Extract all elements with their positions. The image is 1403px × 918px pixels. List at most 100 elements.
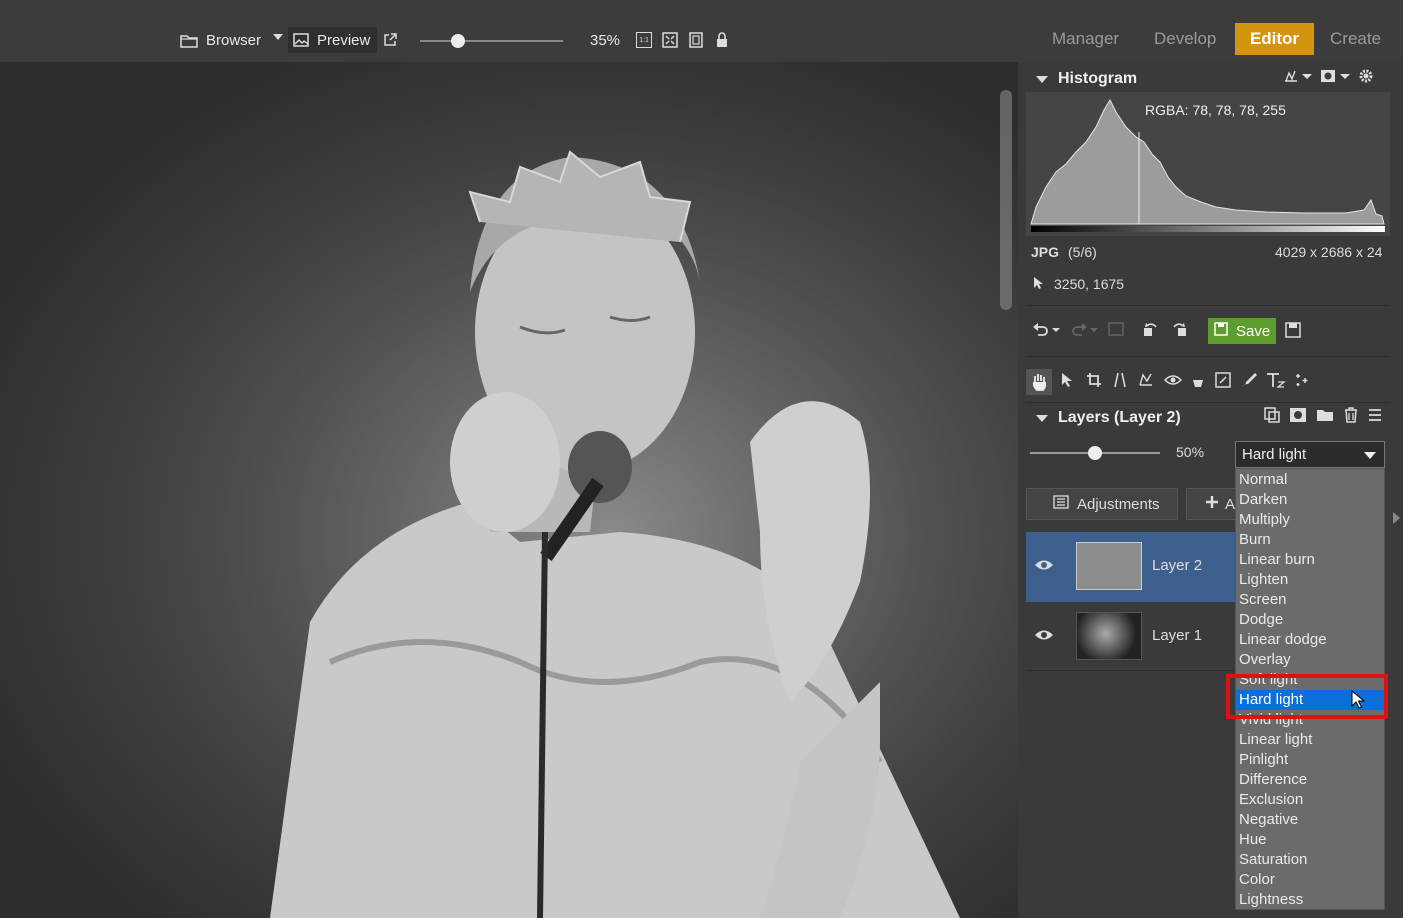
history-toolbar xyxy=(1026,318,1188,344)
blend-mode-select[interactable]: Hard light xyxy=(1235,441,1385,468)
mouse-cursor-icon xyxy=(1351,689,1366,715)
select-tool-icon[interactable] xyxy=(1060,372,1074,393)
blend-option-normal[interactable]: Normal xyxy=(1236,470,1384,490)
blend-mode-value: Hard light xyxy=(1242,446,1307,463)
zoom-slider-track[interactable] xyxy=(420,40,563,42)
clone-tool-icon[interactable] xyxy=(1214,371,1232,394)
blend-option-screen[interactable]: Screen xyxy=(1236,590,1384,610)
browser-label: Browser xyxy=(206,31,262,49)
effects-tool-icon[interactable] xyxy=(1294,372,1310,393)
save-label: Save xyxy=(1236,322,1271,340)
histogram-tools xyxy=(1284,68,1374,89)
mask-icon[interactable] xyxy=(1320,69,1350,88)
blend-option-burn[interactable]: Burn xyxy=(1236,530,1384,550)
fit-icon[interactable] xyxy=(662,32,678,48)
plus-icon xyxy=(1205,495,1219,513)
image-icon xyxy=(293,33,309,47)
tab-manager[interactable]: Manager xyxy=(1044,23,1127,55)
blend-option-linear-light[interactable]: Linear light xyxy=(1236,730,1384,750)
histogram-title: Histogram xyxy=(1058,70,1138,87)
blend-option-overlay[interactable]: Overlay xyxy=(1236,650,1384,670)
save-as-icon[interactable] xyxy=(1285,322,1301,343)
actual-size-icon[interactable]: 1:1 xyxy=(636,32,652,48)
blend-option-exclusion[interactable]: Exclusion xyxy=(1236,790,1384,810)
blend-option-difference[interactable]: Difference xyxy=(1236,770,1384,790)
blend-option-darken[interactable]: Darken xyxy=(1236,490,1384,510)
redo-icon[interactable] xyxy=(1070,321,1098,342)
blend-option-hue[interactable]: Hue xyxy=(1236,830,1384,850)
group-folder-icon[interactable] xyxy=(1316,408,1334,427)
adjustments-icon xyxy=(1053,495,1069,513)
layer-opacity-handle[interactable] xyxy=(1088,446,1102,460)
layer-tools xyxy=(1264,407,1382,428)
layer-opacity-value: 50% xyxy=(1176,444,1205,460)
collapse-triangle-icon[interactable] xyxy=(1036,414,1048,422)
layer-name: Layer 1 xyxy=(1152,627,1203,644)
browser-dropdown-caret-icon[interactable] xyxy=(273,34,283,40)
blend-option-saturation[interactable]: Saturation xyxy=(1236,850,1384,870)
red-eye-tool-icon[interactable] xyxy=(1163,373,1183,391)
divider xyxy=(1026,305,1390,306)
browser-button[interactable]: Browser xyxy=(180,27,261,53)
preview-button[interactable]: Preview xyxy=(288,27,377,53)
rotate-right-icon[interactable] xyxy=(1170,321,1188,342)
layers-title: Layers (Layer 2) xyxy=(1058,409,1181,426)
lock-icon[interactable] xyxy=(714,32,730,48)
vertical-scrollbar[interactable] xyxy=(1000,90,1012,310)
layer-thumbnail xyxy=(1076,612,1142,660)
blend-option-negative[interactable]: Negative xyxy=(1236,810,1384,830)
layer-menu-icon[interactable] xyxy=(1368,408,1382,427)
straighten-tool-icon[interactable] xyxy=(1112,372,1128,393)
layer-row[interactable]: Layer 2 xyxy=(1026,532,1236,602)
top-toolbar: Browser Preview 35% 1:1 Manager Develop … xyxy=(0,0,1403,62)
rotate-left-icon[interactable] xyxy=(1142,321,1160,342)
hand-tool-icon[interactable] xyxy=(1026,369,1052,395)
blend-option-linear-burn[interactable]: Linear burn xyxy=(1236,550,1384,570)
crop-tool-icon[interactable] xyxy=(1086,372,1102,393)
retouch-tool-icon[interactable] xyxy=(1190,372,1206,393)
zoom-value: 35% xyxy=(590,31,621,49)
duplicate-layer-icon[interactable] xyxy=(1264,407,1280,428)
preview-label: Preview xyxy=(317,31,371,49)
visibility-eye-icon[interactable] xyxy=(1034,628,1054,647)
history-image-icon[interactable] xyxy=(1108,321,1124,341)
tab-editor[interactable]: Editor xyxy=(1235,23,1314,55)
visibility-eye-icon[interactable] xyxy=(1034,558,1054,577)
file-index: (5/6) xyxy=(1068,244,1097,260)
cursor-coordinates: 3250, 1675 xyxy=(1054,276,1125,292)
brush-tool-icon[interactable] xyxy=(1240,372,1258,393)
tab-develop[interactable]: Develop xyxy=(1146,23,1224,55)
photo-canvas[interactable] xyxy=(0,62,1018,918)
perspective-tool-icon[interactable] xyxy=(1138,372,1154,392)
undo-icon[interactable] xyxy=(1032,321,1060,342)
fill-icon[interactable] xyxy=(688,32,704,48)
tools-toolbar xyxy=(1026,369,1310,395)
blend-option-dodge[interactable]: Dodge xyxy=(1236,610,1384,630)
layer-name: Layer 2 xyxy=(1152,557,1203,574)
zoom-slider-handle[interactable] xyxy=(451,34,465,48)
blend-option-lighten[interactable]: Lighten xyxy=(1236,570,1384,590)
layers-header[interactable]: Layers (Layer 2) xyxy=(1026,403,1181,433)
histogram-display-icon[interactable] xyxy=(1284,69,1312,88)
text-tool-icon[interactable] xyxy=(1266,372,1286,393)
layer-mask-icon[interactable] xyxy=(1290,408,1306,427)
blend-option-color[interactable]: Color xyxy=(1236,870,1384,890)
expand-panel-chevron-icon[interactable] xyxy=(1393,512,1400,524)
pointer-icon xyxy=(1033,276,1045,293)
file-format: JPG xyxy=(1031,244,1060,260)
layer-thumbnail xyxy=(1076,542,1142,590)
save-button[interactable]: Save xyxy=(1208,318,1276,344)
delete-layer-icon[interactable] xyxy=(1344,407,1358,428)
histogram-header[interactable]: Histogram xyxy=(1026,64,1137,94)
adjustments-button[interactable]: Adjustments xyxy=(1026,488,1178,520)
layer-row[interactable]: Layer 1 xyxy=(1026,602,1236,672)
settings-gear-icon[interactable] xyxy=(1358,68,1374,89)
blend-option-linear-dodge[interactable]: Linear dodge xyxy=(1236,630,1384,650)
blend-option-lightness[interactable]: Lightness xyxy=(1236,890,1384,909)
collapse-triangle-icon[interactable] xyxy=(1036,75,1048,83)
chevron-down-icon xyxy=(1364,452,1376,459)
blend-option-multiply[interactable]: Multiply xyxy=(1236,510,1384,530)
tab-create[interactable]: Create xyxy=(1322,23,1389,55)
blend-option-pinlight[interactable]: Pinlight xyxy=(1236,750,1384,770)
external-window-icon[interactable] xyxy=(382,27,398,53)
